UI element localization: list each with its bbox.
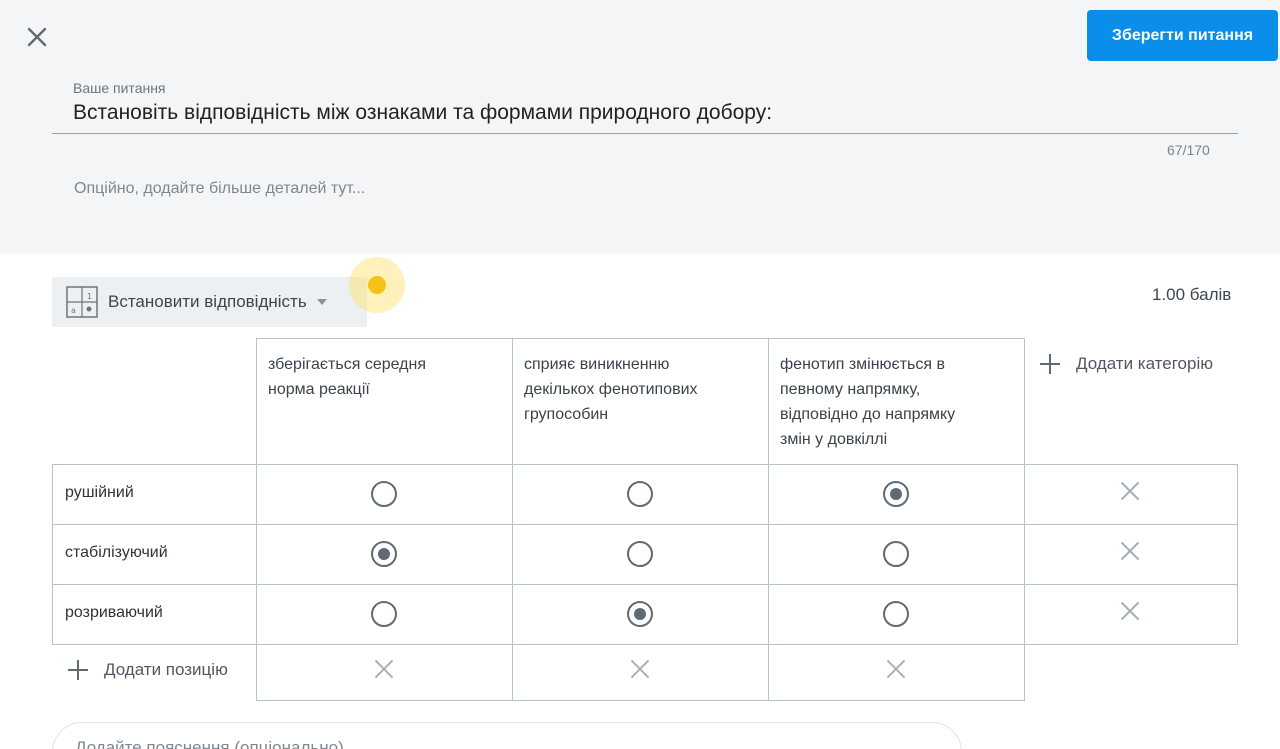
details-input[interactable]: Опційно, додайте більше деталей тут... [74, 180, 365, 198]
question-editor-panel: Зберегти питання Ваше питання Встановіть… [0, 0, 1280, 254]
delete-position-icon[interactable] [1119, 540, 1141, 562]
add-position-button[interactable]: Додати позицію [68, 660, 228, 680]
match-radio[interactable] [883, 541, 909, 567]
category-header-line: певному напрямку, [780, 381, 921, 398]
match-radio[interactable] [627, 601, 653, 627]
grid-line [52, 584, 1238, 585]
position-label[interactable]: стабілізуючий [65, 544, 168, 562]
grid-line [256, 700, 1025, 701]
category-header-line: відповідно до напрямку [780, 406, 956, 423]
category-header-line: декількох фенотипових [524, 381, 698, 398]
match-radio[interactable] [371, 481, 397, 507]
match-radio[interactable] [627, 541, 653, 567]
delete-category-icon[interactable] [885, 658, 907, 680]
svg-text:1: 1 [87, 292, 92, 301]
explanation-placeholder: Додайте пояснення (опціонально) [75, 738, 344, 749]
question-type-label: Встановити відповідність [108, 292, 307, 311]
grid-line [52, 464, 1238, 465]
save-question-button[interactable]: Зберегти питання [1087, 10, 1278, 61]
match-radio[interactable] [627, 481, 653, 507]
grid-line [1237, 464, 1238, 645]
category-header[interactable]: фенотип змінюється в певному напрямку, в… [780, 352, 1015, 452]
grid-line [256, 338, 257, 701]
category-header-line: зберігається середня [268, 356, 426, 373]
category-header-line: норма реакції [268, 381, 370, 398]
delete-category-icon[interactable] [629, 658, 651, 680]
grid-line [52, 644, 1238, 645]
question-points[interactable]: 1.00 балів [1152, 285, 1231, 305]
category-header-line: сприяє виникненню [524, 356, 670, 373]
match-radio[interactable] [883, 481, 909, 507]
match-grid-icon: 1 a [66, 286, 98, 318]
delete-position-icon[interactable] [1119, 600, 1141, 622]
delete-category-icon[interactable] [373, 658, 395, 680]
question-field-label: Ваше питання [73, 80, 166, 96]
add-position-label: Додати позицію [104, 660, 228, 679]
position-label[interactable]: розриваючий [65, 604, 163, 622]
delete-position-icon[interactable] [1119, 480, 1141, 502]
add-category-button[interactable]: Додати категорію [1040, 354, 1213, 374]
question-type-dropdown[interactable]: 1 a Встановити відповідність [52, 277, 367, 327]
svg-text:a: a [71, 306, 76, 315]
category-header[interactable]: сприяє виникненню декількох фенотипових … [524, 352, 756, 427]
category-header-line: групособин [524, 406, 609, 423]
grid-line [52, 464, 53, 645]
explanation-input[interactable]: Додайте пояснення (опціонально) [52, 722, 962, 749]
grid-line [768, 338, 769, 701]
add-category-label: Додати категорію [1076, 354, 1213, 373]
grid-line [256, 338, 1025, 339]
grid-line [1024, 338, 1025, 701]
caret-down-icon [316, 299, 327, 305]
match-radio[interactable] [883, 601, 909, 627]
tour-hint-dot[interactable] [349, 257, 405, 313]
grid-line [512, 338, 513, 701]
close-icon[interactable] [22, 22, 52, 52]
match-radio[interactable] [371, 541, 397, 567]
category-header[interactable]: зберігається середня норма реакції [268, 352, 500, 402]
plus-icon [68, 660, 88, 680]
question-input[interactable]: Встановіть відповідність між ознаками та… [73, 101, 772, 125]
plus-icon [1040, 354, 1060, 374]
match-radio[interactable] [371, 601, 397, 627]
category-header-line: фенотип змінюється в [780, 356, 945, 373]
grid-line [52, 524, 1238, 525]
position-label[interactable]: рушійний [65, 484, 134, 502]
category-header-line: змін у довкіллі [780, 431, 888, 448]
character-counter: 67/170 [1167, 142, 1210, 158]
question-input-underline [52, 133, 1238, 134]
